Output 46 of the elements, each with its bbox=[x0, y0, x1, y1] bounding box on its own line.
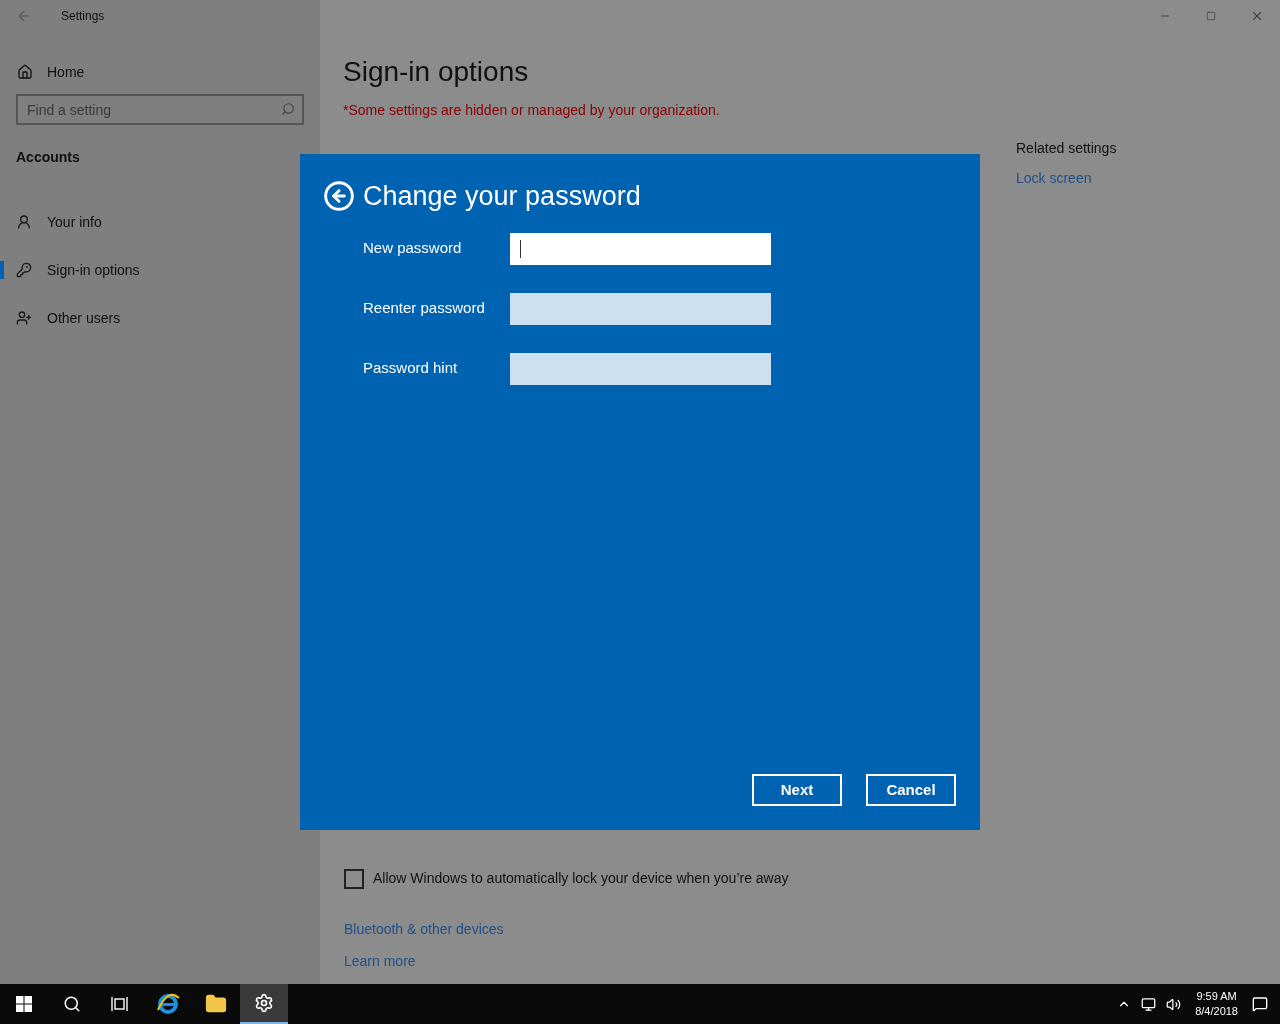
dialog-title: Change your password bbox=[363, 180, 641, 213]
page-title: Sign-in options bbox=[343, 55, 530, 89]
search-icon bbox=[281, 102, 295, 116]
volume-icon[interactable] bbox=[1166, 996, 1182, 1012]
browser-e-icon bbox=[156, 992, 180, 1016]
next-button[interactable]: Next bbox=[752, 774, 842, 806]
back-circle-button[interactable] bbox=[323, 180, 355, 213]
link[interactable]: Bluetooth & other devices bbox=[344, 919, 504, 940]
field-label: Password hint bbox=[363, 358, 459, 379]
checkbox[interactable] bbox=[344, 868, 364, 889]
nav-item[interactable]: Other users bbox=[0, 307, 121, 329]
nav-item[interactable]: Sign-in options bbox=[0, 259, 140, 281]
notifications-icon[interactable] bbox=[1252, 996, 1268, 1012]
home-nav-item[interactable]: Home bbox=[0, 56, 320, 88]
nav-item[interactable]: Your info bbox=[0, 211, 102, 233]
task-view-icon bbox=[111, 996, 129, 1012]
user-icon bbox=[16, 214, 32, 230]
clock-date: 8/4/2018 bbox=[1195, 1004, 1238, 1019]
taskbar-button[interactable] bbox=[240, 984, 288, 1024]
gear-icon bbox=[254, 993, 274, 1013]
back-circle-icon bbox=[323, 180, 355, 213]
section-heading: Accounts bbox=[16, 148, 81, 167]
search-icon bbox=[63, 995, 81, 1013]
key-icon bbox=[16, 262, 32, 278]
password-field[interactable] bbox=[510, 232, 771, 265]
cancel-button[interactable]: Cancel bbox=[866, 774, 956, 806]
checkbox-label: Allow Windows to automatically lock your device when you’re away bbox=[373, 869, 789, 888]
clock-time: 9:59 AM bbox=[1196, 989, 1237, 1004]
link[interactable]: Learn more bbox=[344, 951, 416, 972]
back-arrow-icon bbox=[16, 8, 32, 24]
folder-icon bbox=[205, 993, 227, 1015]
field-label: New password bbox=[363, 238, 463, 259]
password-field[interactable] bbox=[510, 292, 771, 325]
field-label: Reenter password bbox=[363, 298, 486, 319]
windows-logo-icon bbox=[16, 996, 32, 1012]
policy-notice: *Some settings are hidden or managed by your organization. bbox=[343, 101, 721, 120]
network-icon[interactable] bbox=[1141, 996, 1157, 1012]
related-heading: Related settings bbox=[1016, 139, 1117, 158]
user-plus-icon bbox=[16, 310, 32, 326]
password-field[interactable] bbox=[510, 352, 771, 385]
restore-icon bbox=[1206, 11, 1216, 21]
lock-screen-link[interactable]: Lock screen bbox=[1016, 168, 1117, 189]
home-icon bbox=[17, 64, 33, 80]
window-title: Settings bbox=[61, 8, 105, 25]
search-field[interactable]: Find a setting bbox=[16, 94, 304, 125]
close-icon bbox=[1250, 9, 1264, 23]
